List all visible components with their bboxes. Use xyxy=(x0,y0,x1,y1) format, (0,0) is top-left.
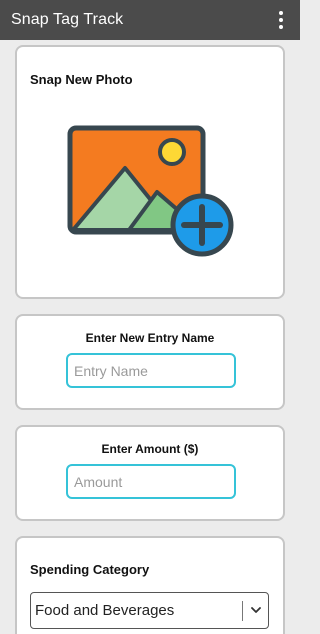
entry-name-label: Enter New Entry Name xyxy=(85,331,215,345)
spending-category-title: Spending Category xyxy=(30,562,150,577)
amount-label: Enter Amount ($) xyxy=(101,442,199,456)
snap-photo-card: Snap New Photo xyxy=(15,45,285,299)
entry-name-input[interactable] xyxy=(66,353,236,388)
select-divider xyxy=(242,601,243,621)
more-vert-icon[interactable] xyxy=(268,6,294,34)
snap-photo-title: Snap New Photo xyxy=(30,72,133,87)
app-bar: Snap Tag Track xyxy=(0,0,300,40)
amount-input[interactable] xyxy=(66,464,236,499)
category-selected-value: Food and Beverages xyxy=(35,602,175,619)
chevron-down-icon[interactable] xyxy=(249,603,263,617)
spending-category-card: Spending Category Food and Beverages xyxy=(15,536,285,634)
category-select[interactable]: Food and Beverages xyxy=(30,592,269,629)
app-title: Snap Tag Track xyxy=(11,11,124,28)
entry-name-card: Enter New Entry Name xyxy=(15,314,285,410)
amount-card: Enter Amount ($) xyxy=(15,425,285,521)
add-photo-icon[interactable] xyxy=(67,125,237,260)
